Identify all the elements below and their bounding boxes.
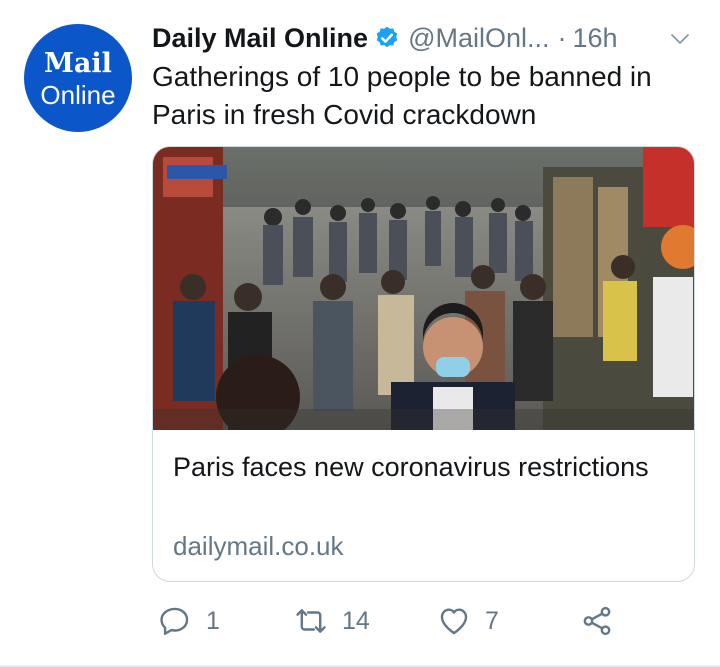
chevron-down-icon[interactable]	[668, 27, 692, 51]
separator-dot: ·	[557, 22, 567, 53]
tweet-text: Gatherings of 10 people to be banned in …	[152, 61, 652, 130]
link-card[interactable]: Paris faces new coronavirus restrictions…	[152, 146, 695, 582]
retweet-icon	[296, 609, 326, 633]
tweet-actions: 1 14 7	[152, 604, 672, 644]
share-icon	[583, 606, 611, 636]
avatar-logo-line2: Online	[40, 80, 116, 110]
avatar-logo-line1: Mail	[44, 48, 112, 79]
like-button[interactable]: 7	[437, 604, 499, 638]
avatar[interactable]: Mail Online	[24, 24, 132, 132]
author-name[interactable]: Daily Mail Online	[152, 23, 368, 54]
card-domain: dailymail.co.uk	[173, 531, 344, 561]
author-handle[interactable]: @MailOnl...	[408, 23, 549, 54]
share-button[interactable]	[580, 604, 614, 638]
heart-icon	[440, 608, 468, 635]
retweet-count: 14	[342, 606, 370, 635]
retweet-button[interactable]: 14	[294, 604, 370, 638]
like-count: 7	[485, 606, 499, 635]
reply-button[interactable]: 1	[158, 604, 220, 638]
reply-icon	[160, 607, 189, 635]
card-image	[153, 147, 694, 430]
tweet-header: Daily Mail Online @MailOnl... · 16h	[152, 18, 700, 58]
timestamp[interactable]: 16h	[573, 23, 618, 54]
reply-count: 1	[206, 606, 220, 635]
verified-badge-icon	[376, 26, 398, 48]
card-title: Paris faces new coronavirus restrictions	[173, 452, 649, 482]
